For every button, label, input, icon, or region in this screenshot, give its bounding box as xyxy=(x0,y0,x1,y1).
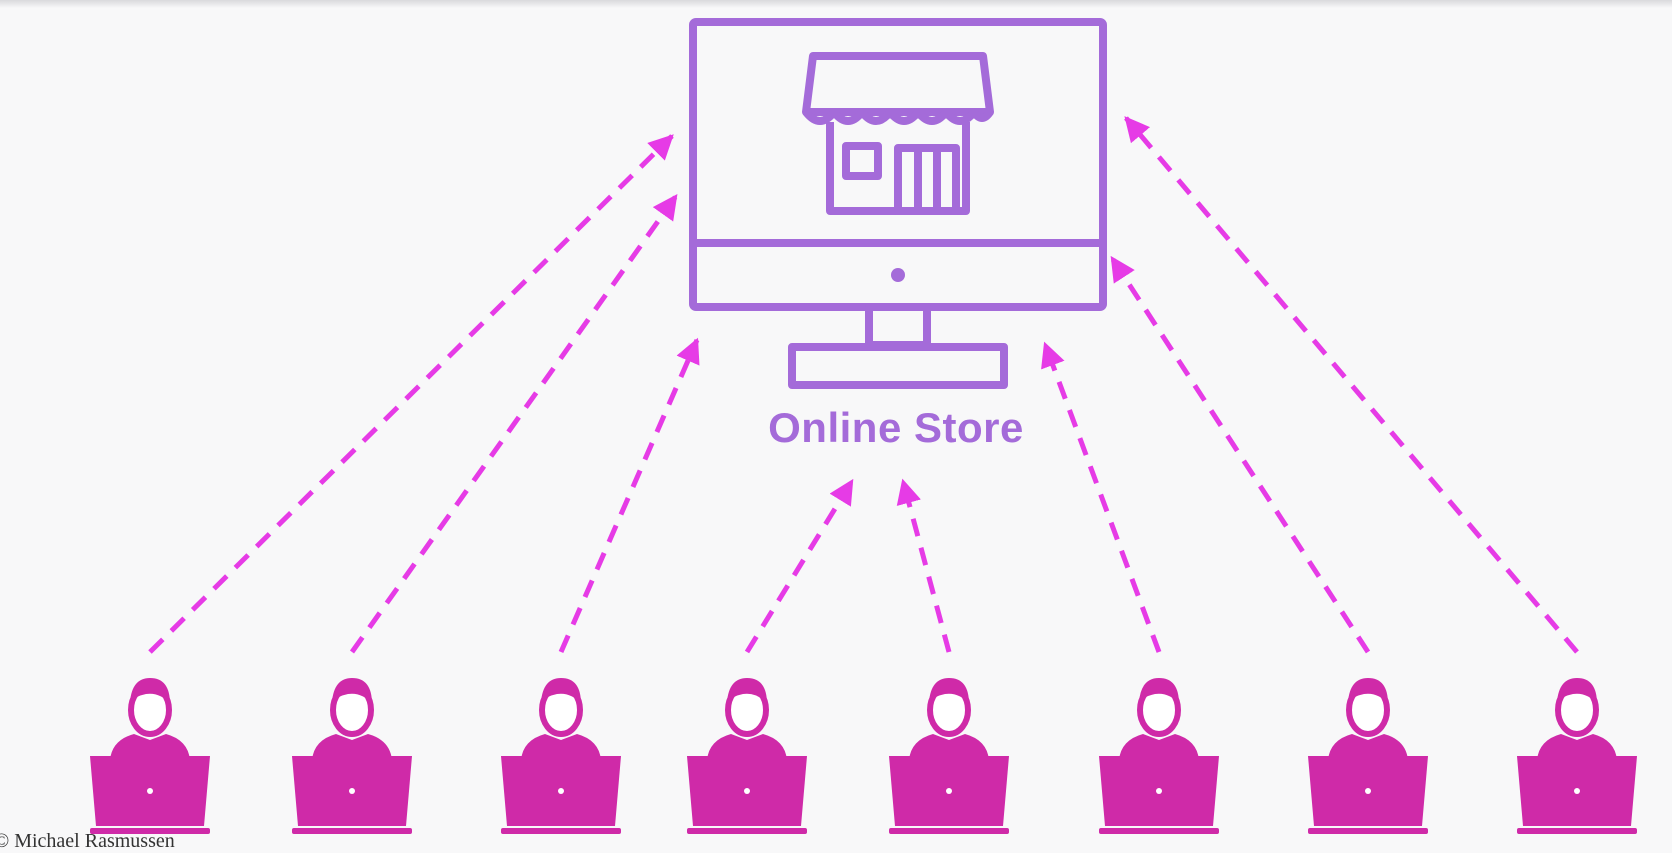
customer-laptop-icon-1 xyxy=(90,678,210,834)
request-arrow-1 xyxy=(148,134,674,654)
request-arrow-3 xyxy=(558,337,700,653)
storefront-icon xyxy=(802,52,994,215)
request-arrow-7 xyxy=(1109,255,1371,654)
customer-laptop-icon-5 xyxy=(889,678,1009,834)
request-arrow-2 xyxy=(349,193,679,654)
customer-laptop-icon-3 xyxy=(501,678,621,834)
image-credit: © Michael Rasmussen xyxy=(0,830,175,852)
customer-laptop-icon-6 xyxy=(1099,678,1219,834)
customer-laptop-icon-4 xyxy=(687,678,807,834)
request-arrow-8 xyxy=(1124,116,1579,654)
request-arrow-6 xyxy=(1041,341,1162,653)
customer-laptop-icon-7 xyxy=(1308,678,1428,834)
request-arrow-4 xyxy=(744,478,855,654)
store-label: Online Store xyxy=(768,404,1024,451)
store-monitor-icon xyxy=(689,18,1107,389)
customer-laptop-icon-8 xyxy=(1517,678,1637,834)
customer-laptop-icon-2 xyxy=(292,678,412,834)
request-arrow-5 xyxy=(896,478,952,653)
customers-layer xyxy=(90,678,1637,834)
